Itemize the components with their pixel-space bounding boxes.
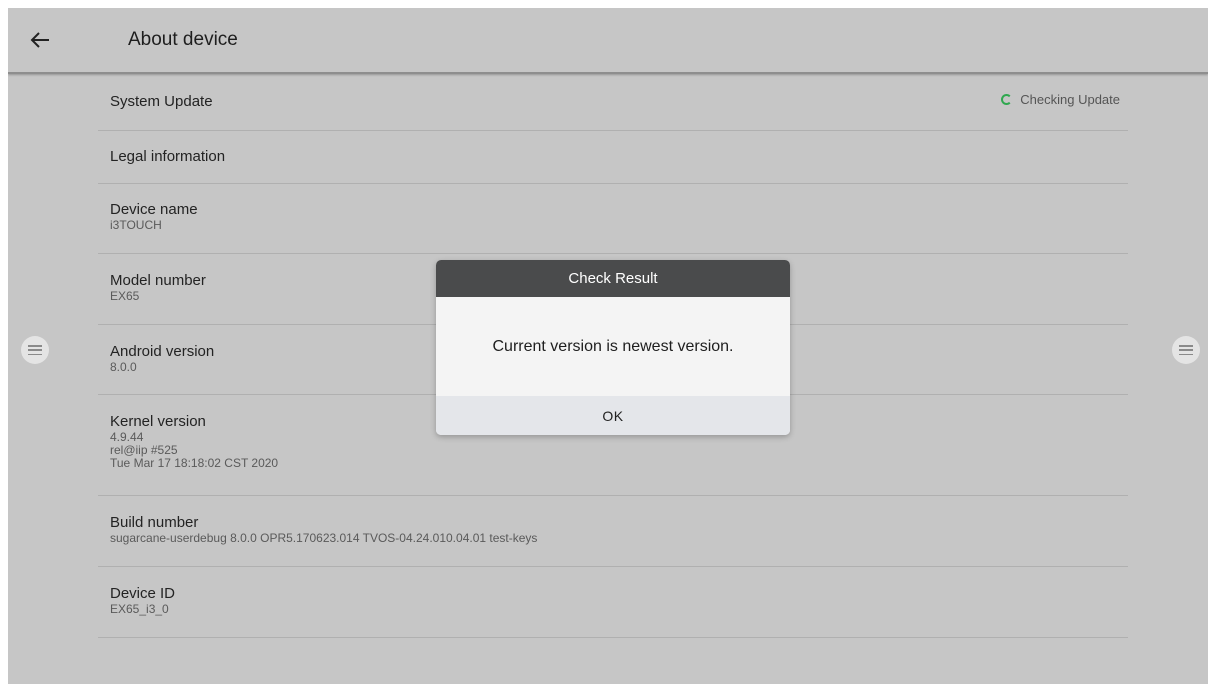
list-item-value: sugarcane-userdebug 8.0.0 OPR5.170623.01…	[110, 531, 538, 545]
list-item-value-line: Tue Mar 17 18:18:02 CST 2020	[110, 456, 279, 470]
list-item-build-number[interactable]: Build number sugarcane-userdebug 8.0.0 O…	[98, 496, 1128, 567]
left-menu-button[interactable]	[21, 336, 49, 364]
list-item-system-update[interactable]: System Update Checking Update	[98, 75, 1128, 131]
ok-button[interactable]: OK	[436, 396, 790, 435]
menu-icon	[28, 345, 42, 355]
back-button[interactable]	[26, 26, 54, 54]
page-title: About device	[128, 29, 238, 50]
app-bar: About device	[8, 8, 1208, 74]
list-item-title: System Update	[110, 93, 213, 110]
dialog-message: Current version is newest version.	[436, 297, 790, 396]
list-item-title: Device ID	[110, 585, 176, 602]
loading-spinner-icon	[1001, 94, 1013, 105]
list-item-device-id[interactable]: Device ID EX65_i3_0	[98, 567, 1128, 638]
update-status-text: Checking Update	[1020, 92, 1120, 107]
list-item-title: Legal information	[110, 148, 226, 165]
list-item-value: i3TOUCH	[110, 218, 162, 232]
list-item-title: Build number	[110, 514, 199, 531]
list-item-device-name[interactable]: Device name i3TOUCH	[98, 184, 1128, 254]
list-item-value: EX65_i3_0	[110, 602, 169, 616]
menu-icon	[1179, 345, 1193, 355]
list-item-legal-information[interactable]: Legal information	[98, 131, 1128, 184]
check-result-dialog: Check Result Current version is newest v…	[436, 260, 790, 435]
screen: About device System Update Checking Upda…	[8, 8, 1208, 684]
arrow-left-icon	[30, 32, 49, 48]
right-menu-button[interactable]	[1172, 336, 1200, 364]
list-item-title: Device name	[110, 201, 198, 218]
update-status: Checking Update	[1001, 92, 1120, 107]
dialog-title: Check Result	[436, 260, 790, 297]
